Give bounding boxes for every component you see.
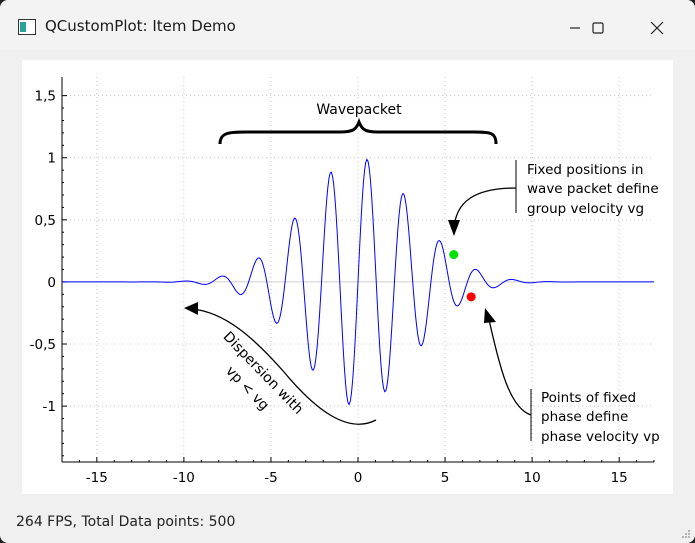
x-tick-label: 15 [611,470,628,486]
wavepacket-plot[interactable]: -15 -10 -5 0 5 10 15-1-0,500,511,5 Wavepacket … [22,60,673,494]
group-arrow-head [448,220,460,236]
maximize-icon [592,22,604,34]
phase-text-line-3: phase velocity vp [541,429,660,445]
app-icon [18,19,36,35]
maximize-button[interactable] [575,10,621,46]
y-tick-label: 1 [47,151,56,167]
x-tick-label: 5 [441,470,450,486]
plot-area[interactable]: -15 -10 -5 0 5 10 15 -1 -0,5 0 0,5 1 1,5 Wavepacket … [22,60,673,494]
x-tick-label: -5 [264,470,277,486]
app-window: QCustomPlot: Item Demo -15 -10 -5 0 5 10 15 -1-… [0,0,695,543]
y-tick-label: 0,5 [35,213,56,229]
phase-text-line-1: Points of fixed [541,390,636,406]
y-tick-label: -1 [43,399,56,415]
dispersion-arrow-head [184,302,198,315]
group-arrow [453,187,517,233]
group-text-line-3: group velocity vg [527,201,644,217]
wavepacket-label: Wavepacket [316,102,402,118]
x-tick-label: -10 [173,470,195,486]
x-tick-label: -15 [86,470,108,486]
y-tick-label: 0 [47,275,56,291]
close-icon [650,21,664,35]
y-tick-label: -0,5 [30,337,56,353]
phase-text-line-2: phase define [541,409,628,425]
close-button[interactable] [634,10,680,46]
window-title: QCustomPlot: Item Demo [45,17,236,35]
group-text-line-1: Fixed positions in [527,162,643,178]
title-bar[interactable]: QCustomPlot: Item Demo [0,0,695,50]
y-tick-label: 1,5 [35,89,56,105]
resize-grip-icon[interactable] [681,529,691,539]
phase-arrow-head [484,308,496,323]
tick-labels: -15 -10 -5 0 5 10 15 -1 -0,5 0 0,5 1 1,5 [30,89,628,486]
status-bar-text: 264 FPS, Total Data points: 500 [16,514,236,530]
green-point[interactable] [449,250,459,260]
phase-arrow [487,314,532,416]
red-point[interactable] [466,292,476,302]
group-text-line-2: wave packet define [527,181,659,197]
dispersion-arrow [191,308,377,425]
x-tick-label: 10 [524,470,541,486]
x-tick-label: 0 [354,470,363,486]
